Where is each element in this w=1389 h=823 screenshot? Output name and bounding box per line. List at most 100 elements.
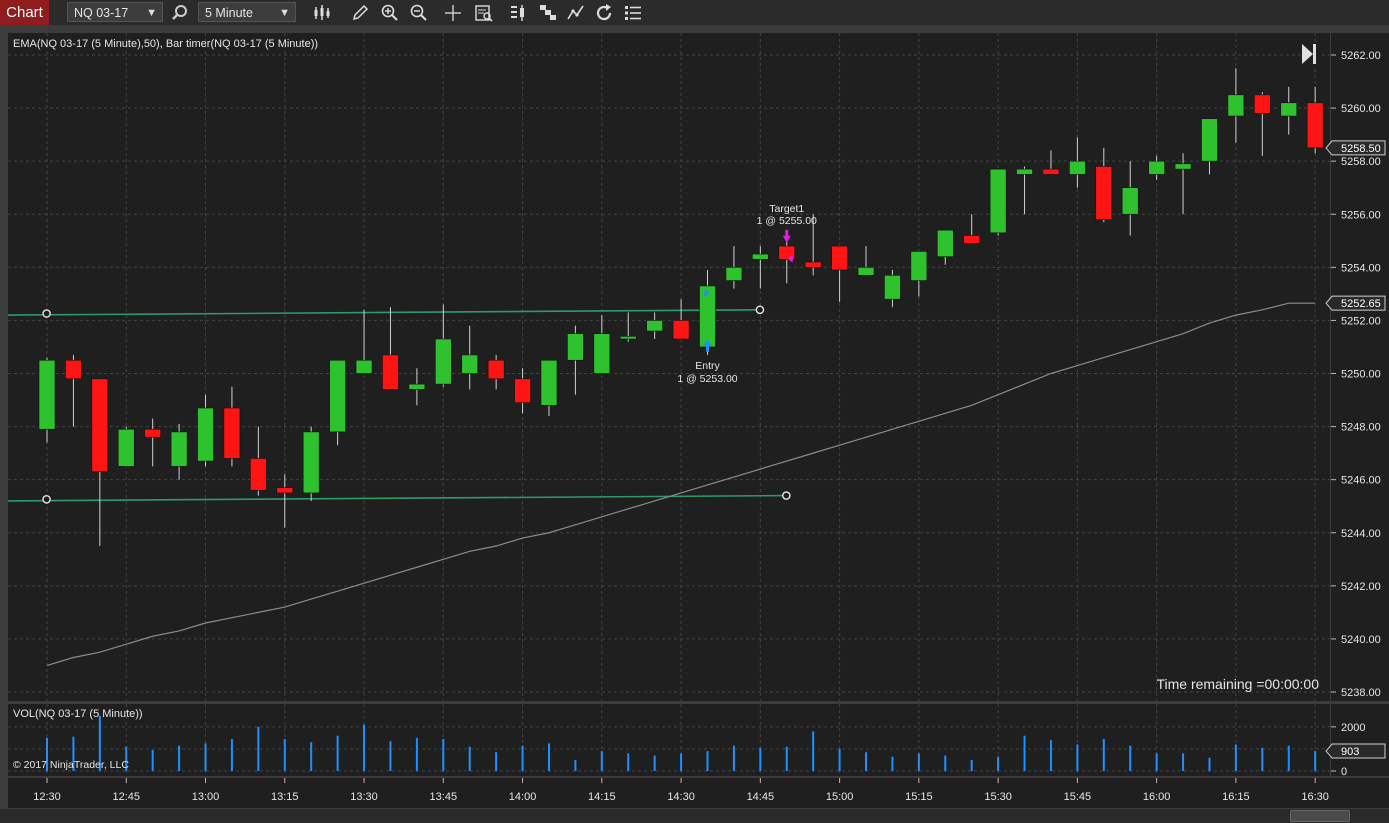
candle-body [619,336,637,340]
candle-body [382,354,399,390]
candle-body [461,354,479,374]
candle-body [1227,94,1245,117]
candle-body [646,320,663,332]
candlestick-bar [989,168,1007,236]
candle-body [223,407,241,459]
price-panel[interactable] [8,33,1330,701]
candle-body [329,359,346,433]
volume-bar [389,741,392,771]
candle-body [963,235,981,244]
volume-bar [415,737,418,771]
volume-tick-label: 2000 [1341,722,1365,734]
volume-value-flag: 903 [1325,743,1386,759]
instrument-value: NQ 03-17 [74,6,129,20]
candle-body [1016,168,1033,175]
refresh-icon[interactable] [594,3,614,23]
volume-bar [1208,757,1211,771]
volume-bar [1314,751,1317,771]
candle-body [857,267,875,276]
price-tick-label: 5250.00 [1341,369,1381,381]
properties-icon[interactable] [623,3,643,23]
price-tick-label: 5242.00 [1341,581,1381,593]
strategies-icon[interactable] [538,3,558,23]
candle-body [117,428,135,467]
data-box-icon[interactable] [474,3,494,23]
volume-bar [495,752,498,771]
time-tick-label: 13:30 [350,791,378,803]
price-tick-label: 5240.00 [1341,634,1381,646]
volume-bar [785,746,788,771]
volume-bar [442,738,445,771]
volume-bar [812,731,815,771]
volume-tick-label: 0 [1341,766,1347,778]
volume-bar [732,745,735,771]
drawing-tools-icon[interactable] [566,3,586,23]
volume-bar [1049,740,1052,771]
search-icon[interactable] [170,3,190,23]
time-tick-label: 16:15 [1222,791,1250,803]
horizontal-scrollbar[interactable] [0,809,1389,823]
price-tick-label: 5262.00 [1341,50,1381,62]
volume-bar [468,746,471,771]
target-arrow-icon[interactable] [785,229,789,237]
candle-body [276,487,294,494]
line-anchor-handle[interactable] [42,495,51,504]
price-tick-label: 5258.00 [1341,156,1381,168]
candle-body [910,251,928,281]
volume-axis[interactable] [1331,704,1389,776]
volume-bar [1261,747,1264,771]
crosshair-icon[interactable] [443,3,463,23]
indicators-icon[interactable] [508,3,528,23]
candle-body [302,431,320,494]
candle-body [487,359,505,380]
entry-arrow-icon[interactable] [706,344,709,352]
candle-body [567,333,584,361]
chart-area[interactable]: Entry1 @ 5253.00 Target11 @ 5255.00 5262.… [0,25,1389,809]
scroll-to-end-icon[interactable] [1301,42,1319,66]
volume-bar [257,726,260,771]
candle-body [38,359,56,430]
zoom-in-icon[interactable] [380,3,400,23]
bar-style-icon[interactable] [312,3,332,23]
candle-body [1042,168,1060,175]
volume-bar [521,745,524,771]
candlestick-bar [117,426,135,467]
candle-body [144,428,161,438]
instrument-selector[interactable]: NQ 03-17 ▼ [67,2,163,22]
line-anchor-handle[interactable] [755,305,765,315]
candle-body [65,359,82,380]
volume-bar [1234,744,1237,771]
volume-bar [653,755,656,771]
candle-body [672,320,690,340]
volume-bar [997,756,1000,771]
volume-bar [230,738,233,771]
chart-toolbar: Chart NQ 03-17 ▼ 5 Minute ▼ [0,0,1389,26]
time-tick-label: 12:45 [112,791,140,803]
time-tick-label: 14:45 [747,791,775,803]
pencil-icon[interactable] [350,3,370,23]
scrollbar-thumb[interactable] [1290,810,1350,822]
volume-bar [970,759,973,771]
line-anchor-handle[interactable] [782,491,791,500]
volume-bar [944,755,947,771]
candle-body [699,285,716,348]
candle-body [170,431,188,467]
candle-body [514,378,531,403]
target-detail: 1 @ 5255.00 [757,215,817,227]
chart-tab[interactable]: Chart [0,0,49,25]
price-tick-label: 5246.00 [1341,475,1381,487]
candle-body [884,274,901,300]
price-panel-label: EMA(NQ 03-17 (5 Minute),50), Bar timer(N… [13,38,318,50]
price-tick-label: 5248.00 [1341,422,1381,434]
volume-bar [680,753,683,771]
candle-body [355,359,373,374]
candle-body [1174,163,1192,170]
interval-selector[interactable]: 5 Minute ▼ [198,2,296,22]
volume-bar [1287,745,1290,771]
price-axis[interactable] [1331,33,1389,701]
line-anchor-handle[interactable] [42,309,51,318]
volume-bar [310,742,313,771]
zoom-out-icon[interactable] [409,3,429,23]
volume-bar [178,745,181,771]
candle-body [91,378,109,473]
